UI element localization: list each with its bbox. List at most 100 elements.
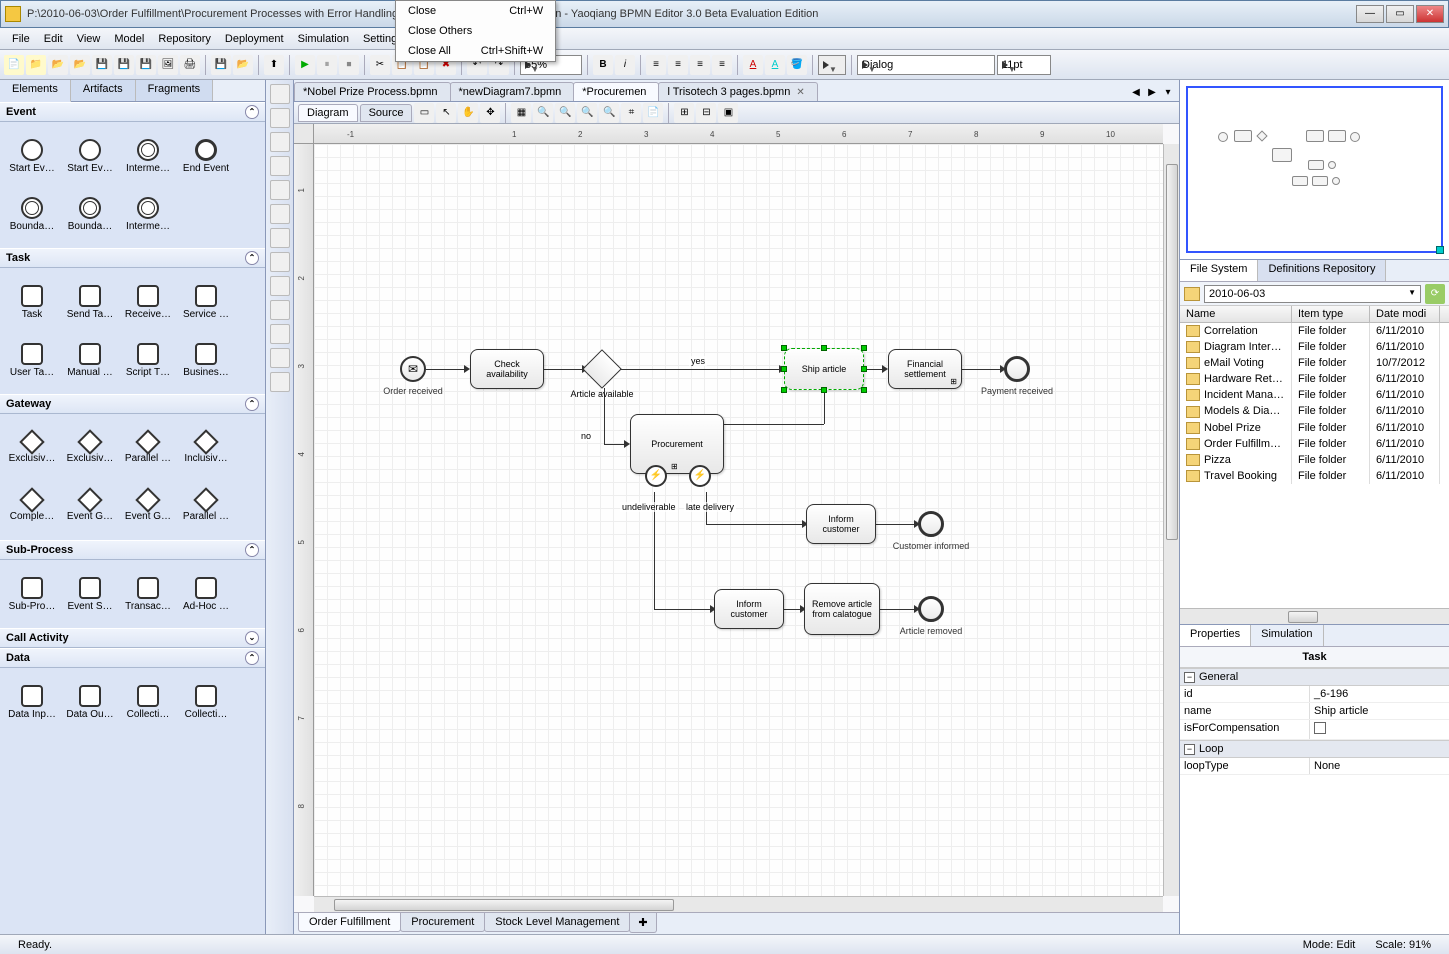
tab-next-icon[interactable]: ▶ <box>1145 87 1159 101</box>
doc-tab-active[interactable]: *Procuremen <box>573 82 659 101</box>
palette-item[interactable]: Start Ev… <box>4 128 60 184</box>
zoom-in-icon[interactable]: 🔍 <box>533 103 553 123</box>
page-tab[interactable]: Procurement <box>400 913 485 932</box>
palette-item[interactable]: Start Ev… <box>62 128 118 184</box>
vtool-icon[interactable] <box>270 252 290 272</box>
ctx-close-others[interactable]: Close Others <box>396 21 555 41</box>
new-icon[interactable]: 📄 <box>4 55 24 75</box>
play-icon[interactable]: ▶ <box>295 55 315 75</box>
end-event-payment-received[interactable]: Payment received <box>1004 356 1030 382</box>
doc-tab[interactable]: *Nobel Prize Process.bpmn <box>294 82 451 101</box>
color-swatch[interactable]: ▼ <box>818 55 846 75</box>
tab-fragments[interactable]: Fragments <box>136 80 214 101</box>
minimap-resize-handle[interactable] <box>1436 246 1444 254</box>
palette-item[interactable]: Inclusiv… <box>178 420 234 476</box>
palette-item[interactable]: Ad-Hoc … <box>178 566 234 622</box>
menu-file[interactable]: File <box>6 31 36 47</box>
new-proj-icon[interactable]: 📁 <box>26 55 46 75</box>
menu-repository[interactable]: Repository <box>152 31 217 47</box>
task-financial-settlement[interactable]: Financial settlement ⊞ <box>888 349 962 389</box>
highlight-icon[interactable]: A <box>765 55 785 75</box>
palette-item[interactable]: Interme… <box>120 128 176 184</box>
prop-row[interactable]: isForCompensation <box>1180 720 1449 740</box>
move-tool-icon[interactable]: ✥ <box>480 103 500 123</box>
palette-item[interactable]: Transac… <box>120 566 176 622</box>
zoom-page-icon[interactable]: 🔍 <box>577 103 597 123</box>
open-all-icon[interactable]: 📂 <box>70 55 90 75</box>
file-row[interactable]: CorrelationFile folder6/11/2010 <box>1180 323 1449 339</box>
boundary-event-late-delivery[interactable]: ⚡ <box>689 465 711 487</box>
gateway-article-available[interactable]: Article available <box>588 355 616 383</box>
saveall-icon[interactable]: 💾 <box>114 55 134 75</box>
zoom-actual-icon[interactable]: ⌗ <box>621 103 641 123</box>
section-header-data[interactable]: Data⌃ <box>0 648 265 668</box>
page-icon[interactable]: 📄 <box>643 103 663 123</box>
page-tab[interactable]: Order Fulfillment <box>298 913 401 932</box>
section-header-call-activity[interactable]: Call Activity⌄ <box>0 628 265 648</box>
fill-icon[interactable]: 🪣 <box>787 55 807 75</box>
open-icon[interactable]: 📂 <box>48 55 68 75</box>
prop-row[interactable]: id_6-196 <box>1180 686 1449 703</box>
db-save-icon[interactable]: 💾 <box>211 55 231 75</box>
palette-item[interactable]: Exclusiv… <box>62 420 118 476</box>
bold-icon[interactable]: B <box>593 55 613 75</box>
ctx-close-all[interactable]: Close AllCtrl+Shift+W <box>396 41 555 61</box>
file-row[interactable]: Hardware Ret…File folder6/11/2010 <box>1180 371 1449 387</box>
export-icon[interactable]: 🖼 <box>158 55 178 75</box>
pan-tool-icon[interactable]: ✋ <box>458 103 478 123</box>
file-table-hscroll[interactable] <box>1180 608 1449 624</box>
palette-item[interactable]: Exclusiv… <box>4 420 60 476</box>
palette-item[interactable]: Service … <box>178 274 234 330</box>
ctx-close[interactable]: CloseCtrl+W <box>396 1 555 21</box>
font-select[interactable]: Dialog▼ <box>857 55 995 75</box>
palette-item[interactable]: End Event <box>178 128 234 184</box>
end-event-customer-informed[interactable]: Customer informed <box>918 511 944 537</box>
palette-item[interactable]: Event G… <box>62 478 118 534</box>
stop-icon[interactable]: ⏹ <box>339 55 359 75</box>
canvas-vscroll[interactable] <box>1163 144 1179 896</box>
palette-item[interactable]: Collecti… <box>178 674 234 730</box>
align-tool-icon[interactable]: ⊞ <box>674 103 694 123</box>
palette-item[interactable]: Receive… <box>120 274 176 330</box>
task-check-availability[interactable]: Check availability <box>470 349 544 389</box>
vtool-icon[interactable] <box>270 108 290 128</box>
menu-view[interactable]: View <box>71 31 107 47</box>
section-header-task[interactable]: Task⌃ <box>0 248 265 268</box>
file-row[interactable]: eMail VotingFile folder10/7/2012 <box>1180 355 1449 371</box>
subprocess-procurement[interactable]: Procurement ⊞ ⚡ ⚡ <box>630 414 724 474</box>
palette-item[interactable]: Busines… <box>178 332 234 388</box>
pointer-tool-icon[interactable]: ↖ <box>436 103 456 123</box>
maximize-button[interactable]: ▭ <box>1386 5 1414 23</box>
palette-item[interactable]: Manual … <box>62 332 118 388</box>
tab-elements[interactable]: Elements <box>0 80 71 102</box>
boundary-event-undeliverable[interactable]: ⚡ <box>645 465 667 487</box>
task-ship-article[interactable]: Ship article <box>784 348 864 390</box>
palette-item[interactable]: Event S… <box>62 566 118 622</box>
palette-item[interactable]: Parallel … <box>178 478 234 534</box>
print-icon[interactable]: 🖨 <box>180 55 200 75</box>
tab-properties[interactable]: Properties <box>1180 625 1251 646</box>
canvas-hscroll[interactable] <box>314 896 1163 912</box>
font-color-icon[interactable]: A <box>743 55 763 75</box>
section-header-gateway[interactable]: Gateway⌃ <box>0 394 265 414</box>
palette-item[interactable]: Event G… <box>120 478 176 534</box>
select-tool-icon[interactable]: ▭ <box>414 103 434 123</box>
view-source[interactable]: Source <box>360 104 413 122</box>
palette-item[interactable]: Collecti… <box>120 674 176 730</box>
prop-group-loop[interactable]: −Loop <box>1180 740 1449 758</box>
tab-list-icon[interactable]: ▾ <box>1161 87 1175 101</box>
vtool-icon[interactable] <box>270 132 290 152</box>
zoom-out-icon[interactable]: 🔍 <box>555 103 575 123</box>
vtool-icon[interactable] <box>270 276 290 296</box>
align-v-icon[interactable]: ≡ <box>712 55 732 75</box>
palette-item[interactable]: Interme… <box>120 186 176 242</box>
file-row[interactable]: Incident Mana…File folder6/11/2010 <box>1180 387 1449 403</box>
vtool-icon[interactable] <box>270 300 290 320</box>
section-header-event[interactable]: Event⌃ <box>0 102 265 122</box>
task-inform-customer-1[interactable]: Inform customer <box>806 504 876 544</box>
file-row[interactable]: Order Fulfillm…File folder6/11/2010 <box>1180 436 1449 452</box>
prop-row[interactable]: nameShip article <box>1180 703 1449 720</box>
doc-tab[interactable]: l Trisotech 3 pages.bpmn✕ <box>658 82 817 101</box>
file-row[interactable]: PizzaFile folder6/11/2010 <box>1180 452 1449 468</box>
page-tab-add[interactable]: ✚ <box>629 913 656 933</box>
